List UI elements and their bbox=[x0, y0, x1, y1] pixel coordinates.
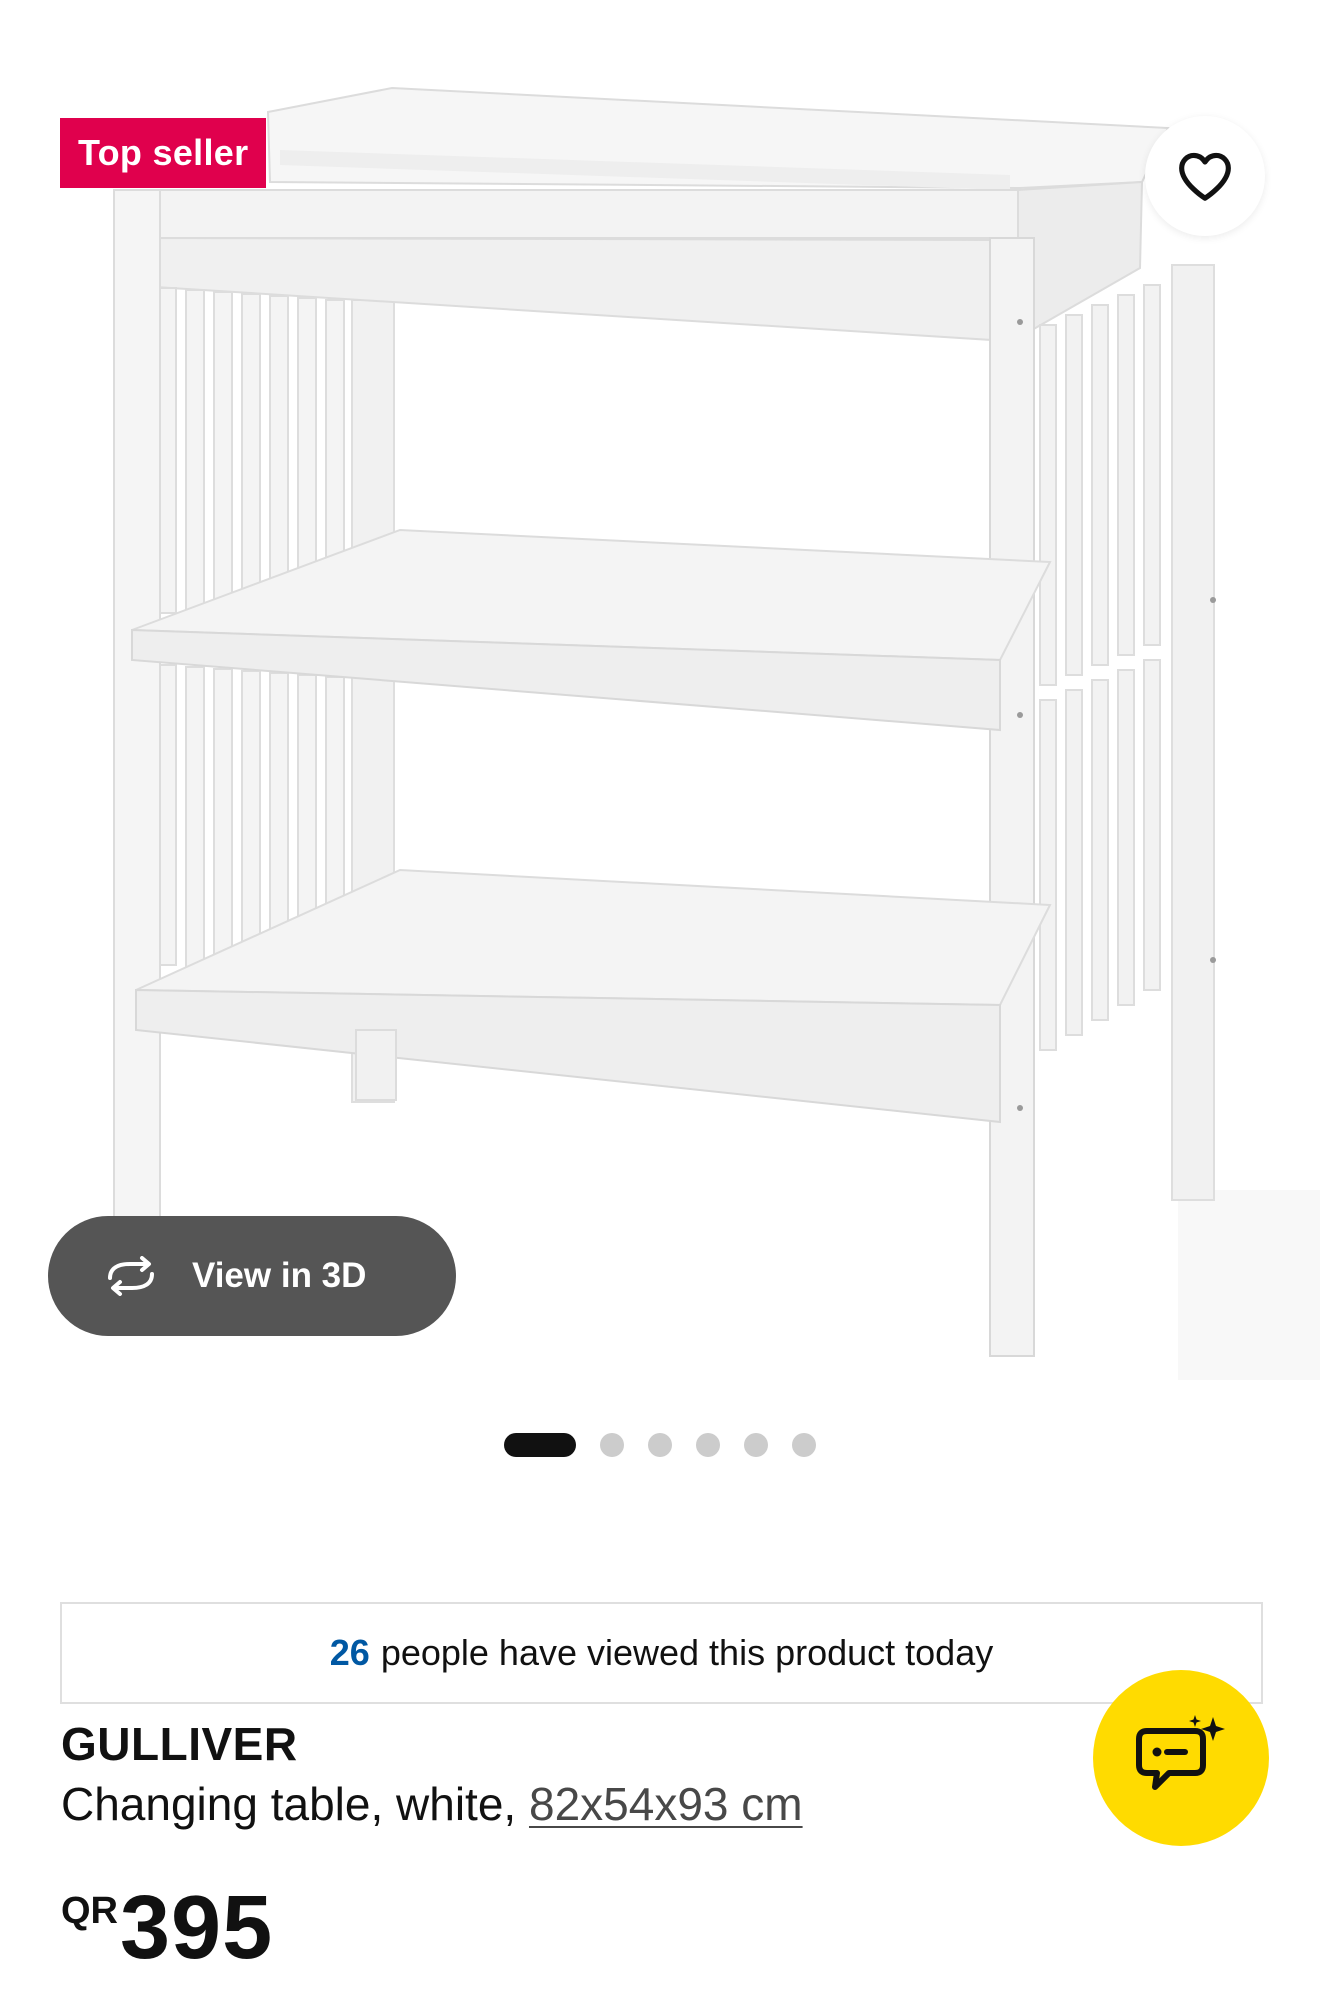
price-currency: QR bbox=[61, 1890, 118, 1932]
pagination-dot[interactable] bbox=[600, 1433, 624, 1457]
rotate-arrows-icon bbox=[100, 1256, 162, 1296]
product-type: Changing table, white, bbox=[61, 1778, 517, 1830]
product-image[interactable] bbox=[0, 0, 1320, 1400]
gallery-pagination[interactable] bbox=[0, 1430, 1320, 1460]
product-price: QR 395 bbox=[61, 1878, 273, 1978]
pagination-dot[interactable] bbox=[744, 1433, 768, 1457]
pagination-dot[interactable] bbox=[696, 1433, 720, 1457]
pagination-dot[interactable] bbox=[648, 1433, 672, 1457]
price-amount: 395 bbox=[120, 1878, 274, 1978]
views-today-banner: 26 people have viewed this product today bbox=[60, 1602, 1263, 1704]
heart-outline-icon bbox=[1179, 152, 1231, 201]
view-in-3d-label: View in 3D bbox=[192, 1256, 367, 1295]
pagination-dot[interactable] bbox=[792, 1433, 816, 1457]
product-description: Changing table, white, 82x54x93 cm bbox=[61, 1774, 803, 1834]
chat-sparkle-icon bbox=[1136, 1715, 1225, 1790]
product-gallery[interactable]: Top seller View in 3D bbox=[0, 0, 1320, 1400]
top-seller-badge: Top seller bbox=[60, 118, 267, 188]
chat-assistant-button[interactable] bbox=[1093, 1670, 1269, 1846]
view-in-3d-button[interactable]: View in 3D bbox=[48, 1216, 456, 1336]
views-text: people have viewed this product today bbox=[380, 1632, 994, 1673]
product-name: GULLIVER bbox=[61, 1718, 298, 1770]
product-dimensions-link[interactable]: 82x54x93 cm bbox=[529, 1778, 803, 1830]
views-count: 26 bbox=[329, 1632, 370, 1673]
favorite-button[interactable] bbox=[1145, 116, 1265, 236]
pagination-dot-active[interactable] bbox=[504, 1433, 576, 1457]
